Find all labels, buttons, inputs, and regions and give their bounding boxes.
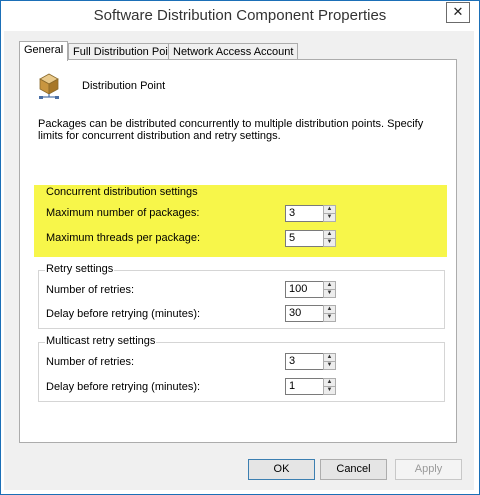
- dialog-client-area: General Full Distribution Point Network …: [4, 31, 474, 490]
- group-concurrent-distribution: Concurrent distribution settings Maximum…: [38, 186, 445, 253]
- close-icon: ✕: [452, 4, 464, 19]
- tab-full-distribution-point[interactable]: Full Distribution Point: [68, 43, 182, 60]
- retries-label: Number of retries:: [46, 284, 135, 296]
- ok-button[interactable]: OK: [248, 459, 315, 480]
- multicast-delay-label: Delay before retrying (minutes):: [46, 381, 201, 393]
- group-title-concurrent: Concurrent distribution settings: [46, 186, 198, 198]
- retries-input[interactable]: 100: [285, 281, 324, 298]
- distribution-point-icon: [36, 70, 62, 100]
- cancel-button[interactable]: Cancel: [320, 459, 387, 480]
- apply-button[interactable]: Apply: [395, 459, 462, 480]
- max-threads-label: Maximum threads per package:: [46, 232, 201, 244]
- multicast-delay-spin-buttons[interactable]: ▲ ▼: [323, 378, 336, 395]
- max-packages-spin-buttons[interactable]: ▲ ▼: [323, 205, 336, 222]
- retry-delay-input[interactable]: 30: [285, 305, 324, 322]
- max-packages-spinner[interactable]: 3 ▲ ▼: [285, 205, 336, 222]
- retries-spinner[interactable]: 100 ▲ ▼: [285, 281, 336, 298]
- group-title-multicast: Multicast retry settings: [45, 335, 157, 347]
- tab-network-access-account[interactable]: Network Access Account: [168, 43, 299, 60]
- retries-spin-buttons[interactable]: ▲ ▼: [323, 281, 336, 298]
- spin-down-icon[interactable]: ▼: [323, 238, 336, 247]
- description-text: Packages can be distributed concurrently…: [38, 118, 424, 142]
- title-bar[interactable]: Software Distribution Component Properti…: [1, 1, 479, 31]
- spin-down-icon[interactable]: ▼: [323, 213, 336, 222]
- spin-down-icon[interactable]: ▼: [323, 361, 336, 370]
- multicast-delay-input[interactable]: 1: [285, 378, 324, 395]
- multicast-retries-input[interactable]: 3: [285, 353, 324, 370]
- group-multicast-retry: Multicast retry settings Number of retri…: [38, 335, 445, 402]
- max-threads-input[interactable]: 5: [285, 230, 324, 247]
- tab-page-general: Distribution Point Packages can be distr…: [19, 59, 457, 443]
- retry-delay-label: Delay before retrying (minutes):: [46, 308, 201, 320]
- properties-dialog: Software Distribution Component Properti…: [0, 0, 480, 495]
- close-button[interactable]: ✕: [446, 2, 470, 23]
- spin-down-icon[interactable]: ▼: [323, 386, 336, 395]
- multicast-retries-spinner[interactable]: 3 ▲ ▼: [285, 353, 336, 370]
- tab-general[interactable]: General: [19, 41, 69, 61]
- max-packages-label: Maximum number of packages:: [46, 207, 200, 219]
- header-label: Distribution Point: [82, 80, 166, 92]
- spin-down-icon[interactable]: ▼: [323, 289, 336, 298]
- max-threads-spinner[interactable]: 5 ▲ ▼: [285, 230, 336, 247]
- retry-delay-spin-buttons[interactable]: ▲ ▼: [323, 305, 336, 322]
- multicast-retries-spin-buttons[interactable]: ▲ ▼: [323, 353, 336, 370]
- dialog-title: Software Distribution Component Properti…: [93, 7, 387, 24]
- multicast-retries-label: Number of retries:: [46, 356, 135, 368]
- max-packages-input[interactable]: 3: [285, 205, 324, 222]
- multicast-delay-spinner[interactable]: 1 ▲ ▼: [285, 378, 336, 395]
- spin-down-icon[interactable]: ▼: [323, 313, 336, 322]
- retry-delay-spinner[interactable]: 30 ▲ ▼: [285, 305, 336, 322]
- max-threads-spin-buttons[interactable]: ▲ ▼: [323, 230, 336, 247]
- group-title-retry: Retry settings: [45, 263, 115, 275]
- group-retry-settings: Retry settings Number of retries: 100 ▲ …: [38, 263, 445, 329]
